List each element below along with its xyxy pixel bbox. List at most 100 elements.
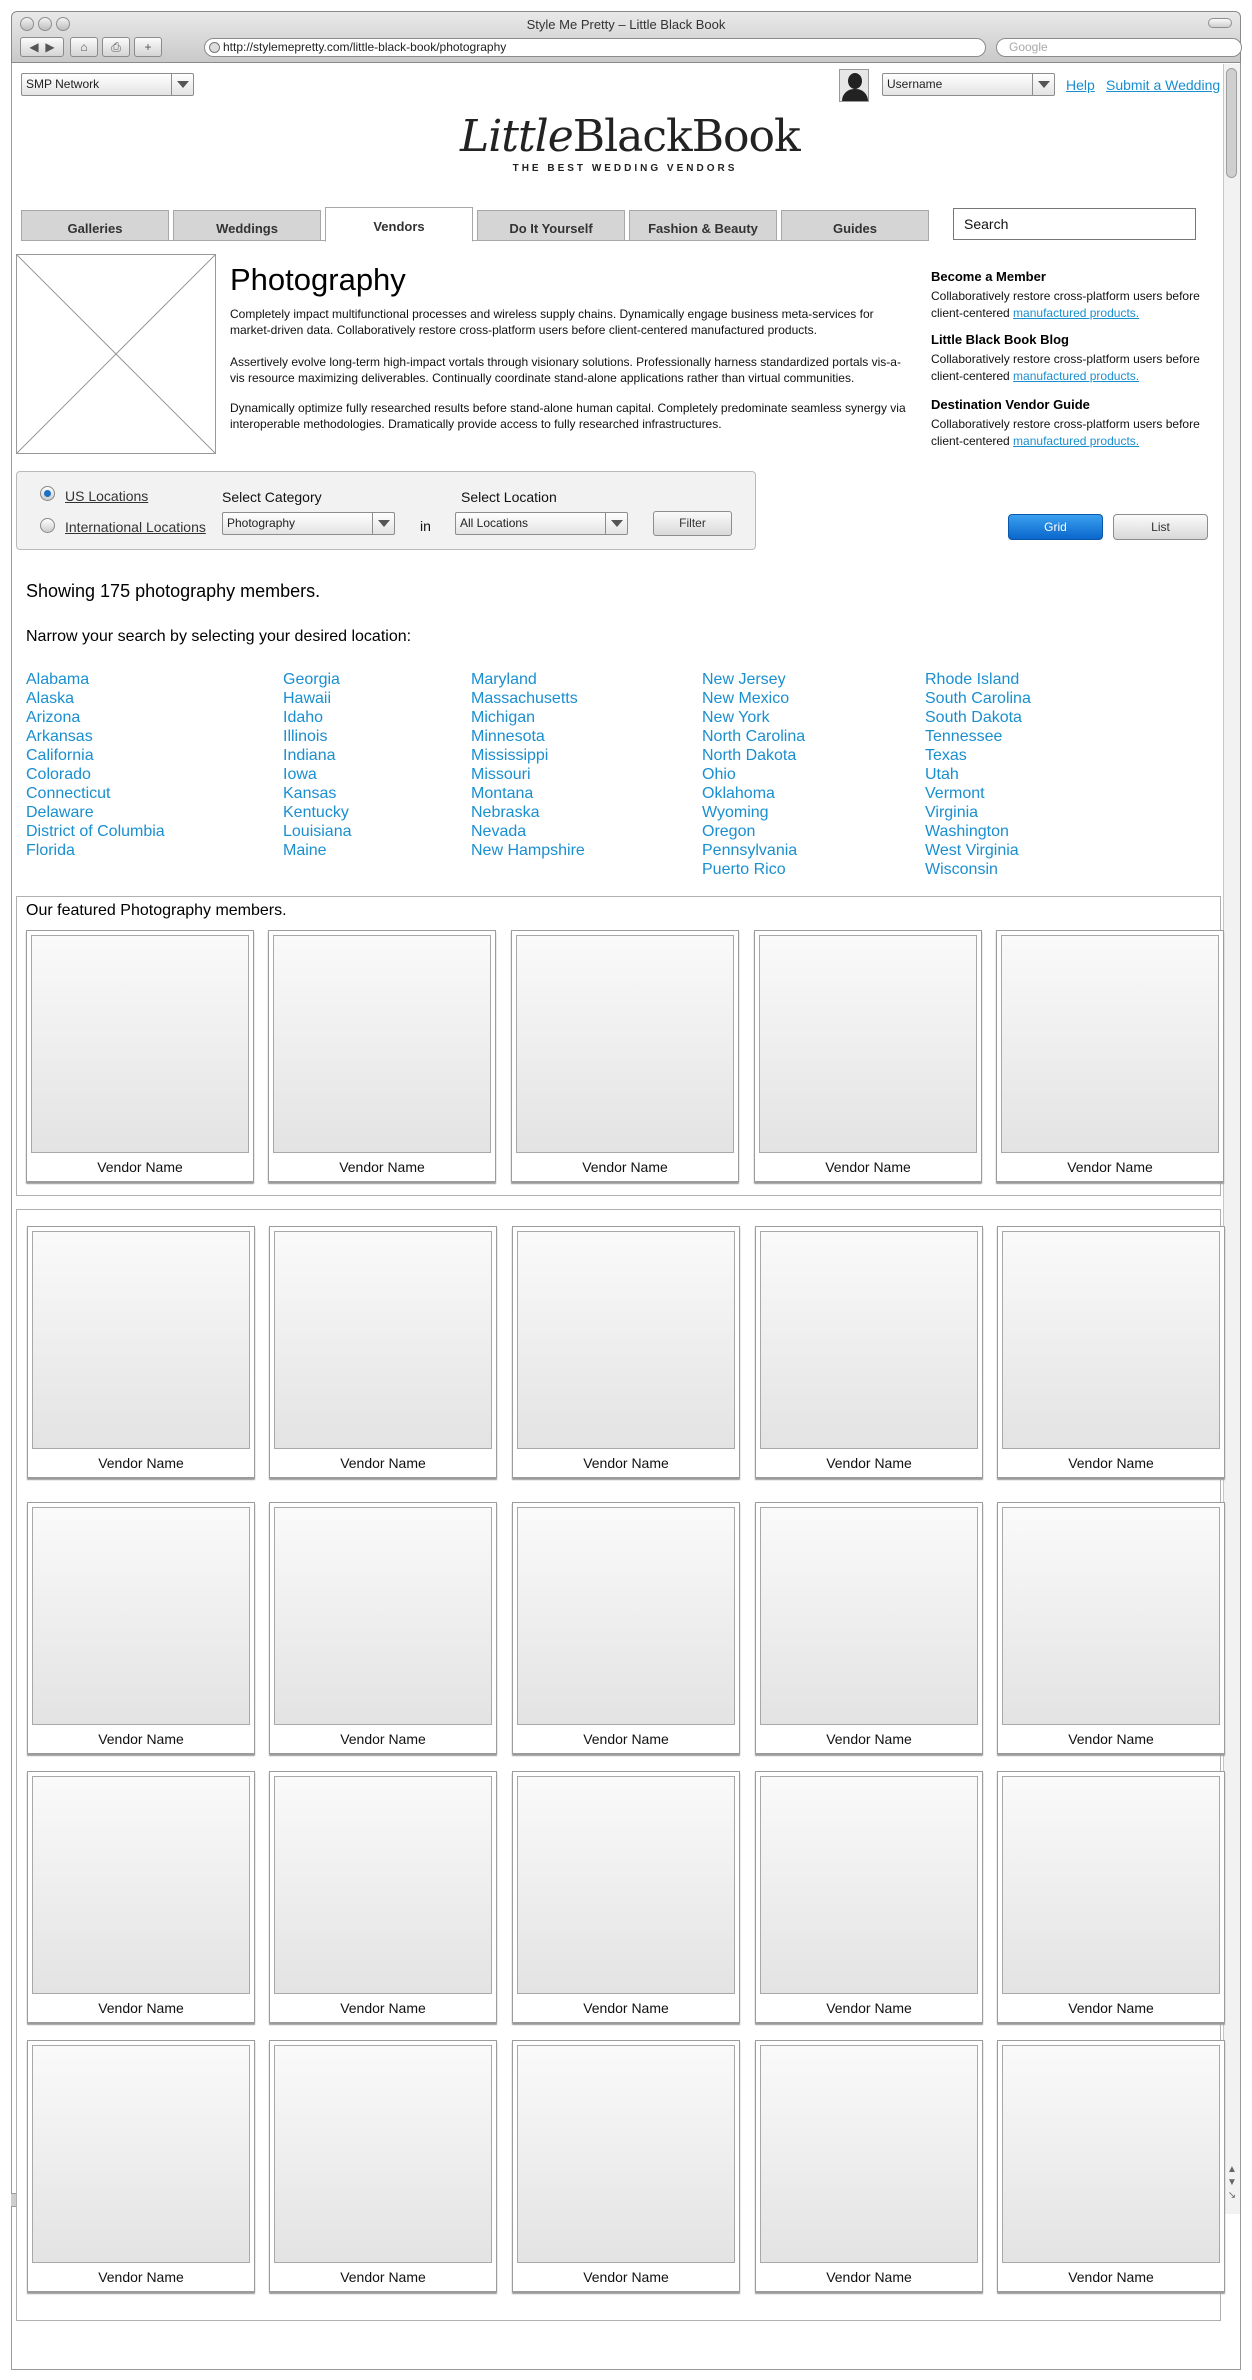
vendor-photo[interactable] — [31, 935, 249, 1153]
vendor-card[interactable]: Vendor Name — [755, 1226, 983, 1478]
vendor-card[interactable]: Vendor Name — [269, 1502, 497, 1754]
location-link[interactable]: Oklahoma — [702, 784, 805, 803]
location-link[interactable]: New Jersey — [702, 670, 805, 689]
vendor-card[interactable]: Vendor Name — [27, 2040, 255, 2292]
location-link[interactable]: Arizona — [26, 708, 165, 727]
vendor-photo[interactable] — [274, 1231, 492, 1449]
vendor-name[interactable]: Vendor Name — [756, 1731, 982, 1747]
network-select[interactable]: SMP Network — [21, 73, 194, 96]
vendor-name[interactable]: Vendor Name — [270, 1731, 496, 1747]
vendor-photo[interactable] — [760, 1507, 978, 1725]
location-link[interactable]: Wyoming — [702, 803, 805, 822]
vendor-photo[interactable] — [273, 935, 491, 1153]
site-logo[interactable]: LittleBlackBook THE BEST WEDDING VENDORS — [460, 113, 801, 175]
vendor-card[interactable]: Vendor Name — [269, 2040, 497, 2292]
sidebar-block-link[interactable]: manufactured products. — [1013, 306, 1139, 320]
avatar[interactable] — [839, 69, 869, 102]
location-link[interactable]: Michigan — [471, 708, 585, 727]
tab-galleries[interactable]: Galleries — [21, 210, 169, 241]
location-link[interactable]: South Carolina — [925, 689, 1031, 708]
location-link[interactable]: Ohio — [702, 765, 805, 784]
vendor-name[interactable]: Vendor Name — [513, 2000, 739, 2016]
vendor-name[interactable]: Vendor Name — [513, 1731, 739, 1747]
vendor-name[interactable]: Vendor Name — [756, 1455, 982, 1471]
username-select[interactable]: Username — [882, 73, 1055, 96]
vendor-name[interactable]: Vendor Name — [270, 2269, 496, 2285]
home-button[interactable]: ⌂ — [70, 37, 98, 57]
vendor-name[interactable]: Vendor Name — [998, 1731, 1224, 1747]
vendor-card[interactable]: Vendor Name — [269, 1226, 497, 1478]
vendor-photo[interactable] — [1001, 935, 1219, 1153]
tab-guides[interactable]: Guides — [781, 210, 929, 241]
vendor-name[interactable]: Vendor Name — [512, 1159, 738, 1175]
location-link[interactable]: Nevada — [471, 822, 585, 841]
vendor-card[interactable]: Vendor Name — [997, 1771, 1225, 2023]
location-link[interactable]: Iowa — [283, 765, 352, 784]
location-link[interactable]: South Dakota — [925, 708, 1031, 727]
vendor-card[interactable]: Vendor Name — [755, 1771, 983, 2023]
scroll-up-icon[interactable]: ▲ — [1224, 2163, 1240, 2176]
location-link[interactable]: Tennessee — [925, 727, 1031, 746]
tab-fashion-beauty[interactable]: Fashion & Beauty — [629, 210, 777, 241]
category-select[interactable]: Photography — [222, 512, 395, 535]
location-link[interactable]: Connecticut — [26, 784, 165, 803]
location-link[interactable]: Missouri — [471, 765, 585, 784]
vendor-card[interactable]: Vendor Name — [269, 1771, 497, 2023]
vendor-photo[interactable] — [32, 1507, 250, 1725]
vendor-photo[interactable] — [1002, 1776, 1220, 1994]
help-link[interactable]: Help — [1066, 77, 1095, 93]
location-link[interactable]: Hawaii — [283, 689, 352, 708]
forward-icon[interactable]: ▶ — [45, 40, 54, 54]
location-link[interactable]: Georgia — [283, 670, 352, 689]
vendor-photo[interactable] — [274, 1776, 492, 1994]
vendor-photo[interactable] — [32, 2045, 250, 2263]
back-forward-buttons[interactable]: ◀ ▶ — [20, 37, 64, 57]
grid-view-button[interactable]: Grid — [1008, 514, 1103, 540]
scroll-down-icon[interactable]: ▼ — [1224, 2176, 1240, 2189]
address-bar[interactable]: http://stylemepretty.com/little-black-bo… — [204, 38, 986, 57]
location-link[interactable]: New Hampshire — [471, 841, 585, 860]
vendor-name[interactable]: Vendor Name — [28, 1455, 254, 1471]
vendor-card[interactable]: Vendor Name — [997, 2040, 1225, 2292]
location-link[interactable]: Wisconsin — [925, 860, 1031, 879]
location-link[interactable]: Utah — [925, 765, 1031, 784]
location-link[interactable]: Massachusetts — [471, 689, 585, 708]
sidebar-block-link[interactable]: manufactured products. — [1013, 369, 1139, 383]
list-view-button[interactable]: List — [1113, 514, 1208, 540]
vendor-card[interactable]: Vendor Name — [511, 930, 739, 1182]
location-link[interactable]: Montana — [471, 784, 585, 803]
location-link[interactable]: District of Columbia — [26, 822, 165, 841]
international-locations-label[interactable]: International Locations — [65, 519, 206, 535]
vendor-photo[interactable] — [32, 1776, 250, 1994]
vendor-name[interactable]: Vendor Name — [998, 2000, 1224, 2016]
vendor-name[interactable]: Vendor Name — [756, 2000, 982, 2016]
vendor-name[interactable]: Vendor Name — [755, 1159, 981, 1175]
location-link[interactable]: Louisiana — [283, 822, 352, 841]
vertical-scrollbar[interactable] — [1223, 64, 1240, 2214]
vendor-name[interactable]: Vendor Name — [269, 1159, 495, 1175]
vendor-photo[interactable] — [517, 1776, 735, 1994]
vendor-name[interactable]: Vendor Name — [28, 2000, 254, 2016]
vendor-name[interactable]: Vendor Name — [513, 2269, 739, 2285]
vendor-card[interactable]: Vendor Name — [997, 1226, 1225, 1478]
vendor-photo[interactable] — [517, 1231, 735, 1449]
location-link[interactable]: Maryland — [471, 670, 585, 689]
vendor-name[interactable]: Vendor Name — [28, 2269, 254, 2285]
location-link[interactable]: West Virginia — [925, 841, 1031, 860]
tab-vendors[interactable]: Vendors — [325, 207, 473, 242]
location-link[interactable]: Puerto Rico — [702, 860, 805, 879]
vendor-card[interactable]: Vendor Name — [512, 1502, 740, 1754]
location-link[interactable]: Alabama — [26, 670, 165, 689]
location-link[interactable]: Rhode Island — [925, 670, 1031, 689]
location-link[interactable]: North Carolina — [702, 727, 805, 746]
location-link[interactable]: Nebraska — [471, 803, 585, 822]
sidebar-block-link[interactable]: manufactured products. — [1013, 434, 1139, 448]
location-link[interactable]: Vermont — [925, 784, 1031, 803]
vendor-card[interactable]: Vendor Name — [27, 1771, 255, 2023]
location-link[interactable]: New York — [702, 708, 805, 727]
browser-search-field[interactable]: Google — [996, 38, 1242, 57]
vendor-card[interactable]: Vendor Name — [754, 930, 982, 1182]
add-bookmark-button[interactable]: + — [134, 37, 162, 57]
vendor-name[interactable]: Vendor Name — [28, 1731, 254, 1747]
vendor-name[interactable]: Vendor Name — [513, 1455, 739, 1471]
